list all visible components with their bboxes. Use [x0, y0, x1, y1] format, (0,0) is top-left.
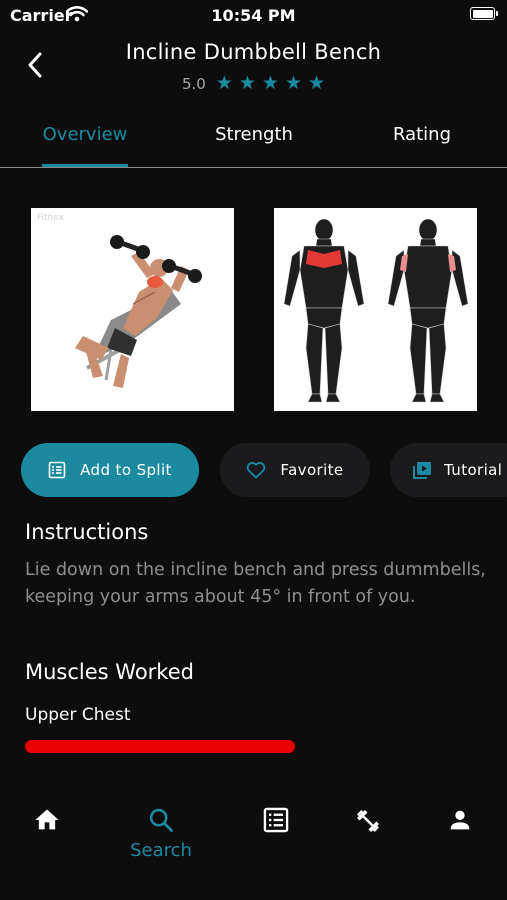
star-icon: ★	[238, 72, 256, 94]
tab-strength[interactable]: Strength	[184, 124, 324, 145]
tutorial-button[interactable]: Tutorial	[390, 443, 507, 497]
star-icon: ★	[261, 72, 279, 94]
nav-search[interactable]: Search	[130, 806, 192, 861]
nav-workouts[interactable]	[338, 806, 398, 836]
star-icon: ★	[215, 72, 233, 94]
star-icon: ★	[284, 72, 302, 94]
tab-overview[interactable]: Overview	[15, 124, 155, 145]
rating-summary: 5.0 ★ ★ ★ ★ ★	[0, 74, 507, 93]
clock: 10:54 PM	[211, 6, 296, 25]
battery-icon	[470, 7, 498, 20]
tab-bar: Overview Strength Rating	[0, 118, 507, 168]
nav-profile[interactable]	[430, 806, 490, 834]
favorite-button[interactable]: Favorite	[220, 443, 370, 497]
tab-rating[interactable]: Rating	[352, 124, 492, 145]
status-bar: Carrier 10:54 PM	[0, 0, 507, 32]
star-icon: ★	[308, 72, 326, 94]
person-icon	[450, 810, 470, 830]
nav-list[interactable]	[246, 806, 306, 834]
nav-search-label: Search	[130, 840, 192, 861]
tutorial-label: Tutorial	[444, 461, 503, 479]
nav-home[interactable]	[17, 806, 77, 834]
favorite-label: Favorite	[280, 461, 344, 479]
instructions-text: Lie down on the incline bench and press …	[25, 560, 486, 607]
heart-icon	[247, 462, 266, 479]
muscles-heading: Muscles Worked	[25, 660, 194, 684]
page-title: Incline Dumbbell Bench	[125, 40, 382, 64]
dumbbell-icon	[356, 809, 380, 833]
muscle-map-image	[274, 208, 477, 411]
exercise-image: Fitnex	[31, 208, 234, 411]
video-icon	[413, 462, 431, 479]
active-tab-indicator	[42, 164, 128, 167]
add-to-split-label: Add to Split	[80, 461, 172, 479]
instructions-heading: Instructions	[25, 520, 149, 544]
rating-value: 5.0	[181, 74, 206, 93]
muscle-name: Upper Chest	[25, 705, 131, 725]
search-icon	[149, 808, 173, 832]
home-icon	[35, 809, 59, 830]
add-to-split-button[interactable]: Add to Split	[21, 443, 199, 497]
list-icon	[263, 807, 289, 833]
muscle-intensity-bar	[25, 740, 295, 753]
image-watermark: Fitnex	[37, 213, 64, 223]
list-icon	[48, 461, 66, 479]
